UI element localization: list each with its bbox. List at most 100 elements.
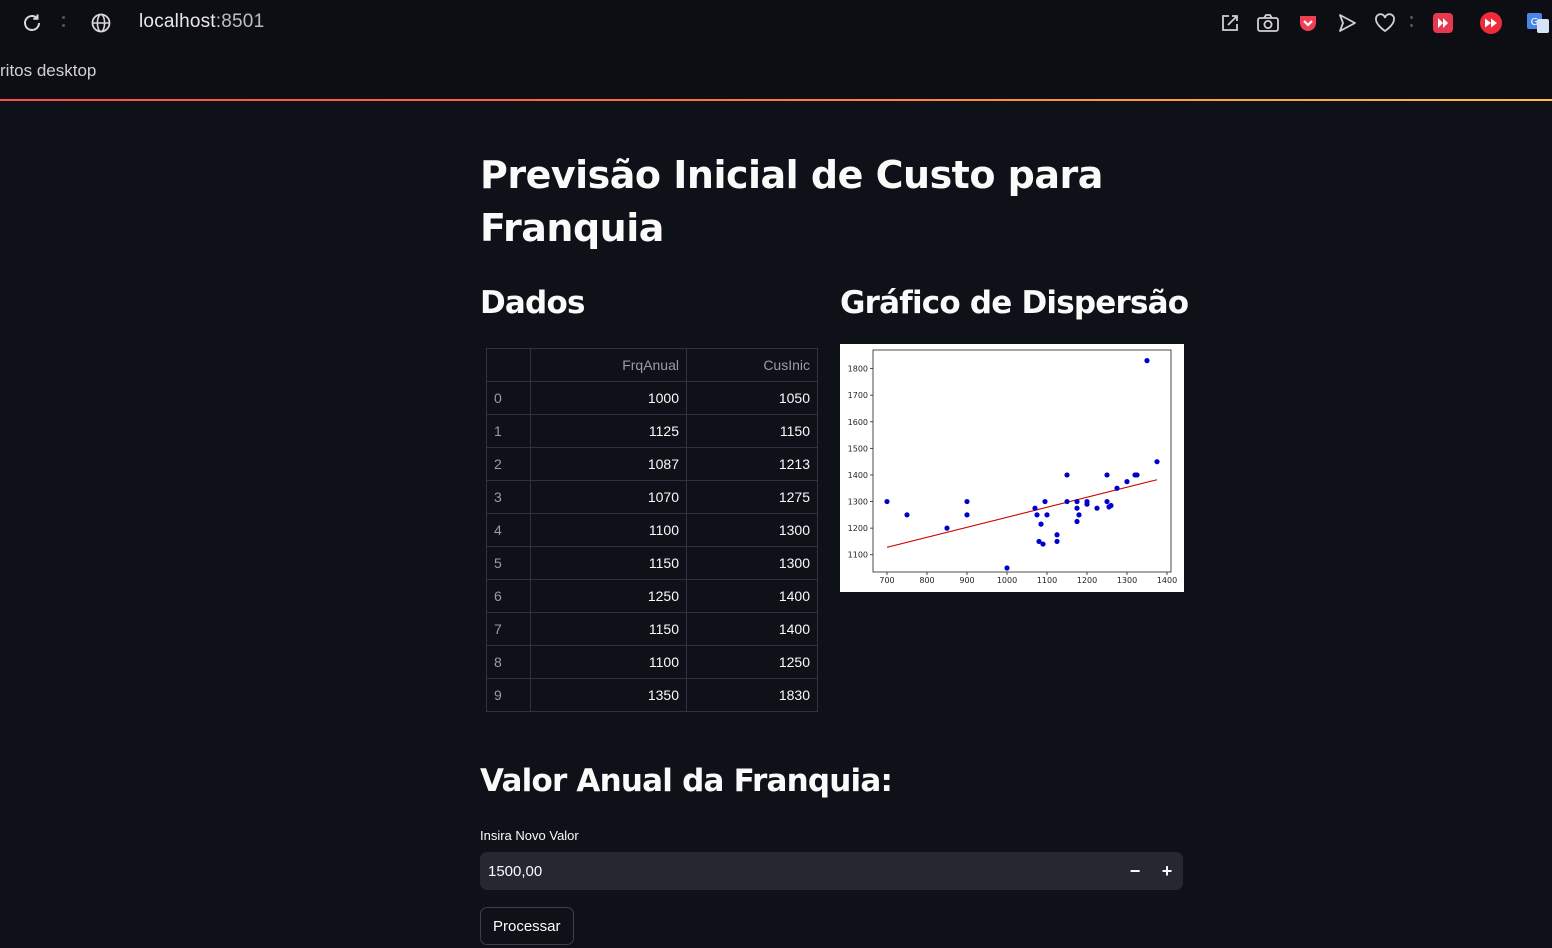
x-tick-label: 1100	[1037, 576, 1057, 585]
row-index: 9	[486, 678, 531, 712]
table-row: 2 1087 1213	[486, 447, 818, 481]
table-row: 9 1350 1830	[486, 678, 818, 712]
scatter-plot: 700 800 900 1000 1100 1200 1300 1400 1100 1200 130…	[848, 349, 1177, 585]
scatter-point	[1034, 512, 1040, 518]
extension-red-forward-icon[interactable]	[1429, 9, 1457, 37]
process-button[interactable]: Processar	[480, 907, 574, 945]
scatter-point	[1114, 485, 1120, 491]
cell-frqanual: 1087	[530, 447, 687, 481]
cell-cusinic: 1150	[686, 414, 818, 448]
share-edit-icon[interactable]	[1216, 9, 1244, 37]
scatter-point	[1004, 565, 1010, 571]
table-row: 0 1000 1050	[486, 381, 818, 415]
bookmark-folder[interactable]: ritos desktop	[0, 61, 96, 81]
x-tick-label: 900	[959, 576, 974, 585]
cell-frqanual: 1150	[530, 612, 687, 646]
table-row: 1 1125 1150	[486, 414, 818, 448]
axes-frame	[872, 349, 1172, 573]
cell-cusinic: 1300	[686, 546, 818, 580]
row-index: 1	[486, 414, 531, 448]
camera-icon[interactable]	[1254, 9, 1282, 37]
scatter-point	[1076, 512, 1082, 518]
table-row: 5 1150 1300	[486, 546, 818, 580]
row-index: 8	[486, 645, 531, 679]
y-tick-label: 1400	[848, 471, 868, 480]
x-tick-label: 1200	[1077, 576, 1097, 585]
app-decoration-bar	[0, 99, 1552, 101]
data-section-header: Dados	[480, 285, 585, 321]
address-bar[interactable]: localhost:8501	[139, 11, 264, 33]
scatter-point	[1094, 505, 1100, 511]
browser-chrome: localhost:8501 G ritos desktop	[0, 0, 1552, 99]
translate-icon[interactable]: G	[1524, 9, 1552, 37]
column-header-frqanual[interactable]: FrqAnual	[530, 348, 687, 382]
cell-frqanual: 1000	[530, 381, 687, 415]
scatter-point	[1064, 472, 1070, 478]
input-label: Insira Novo Valor	[480, 828, 579, 843]
table-row: 3 1070 1275	[486, 480, 818, 514]
column-header-cusinic[interactable]: CusInic	[686, 348, 818, 382]
scatter-point	[904, 512, 910, 518]
scatter-point	[1032, 505, 1038, 511]
row-index: 6	[486, 579, 531, 613]
scatter-point	[1134, 472, 1140, 478]
row-index: 5	[486, 546, 531, 580]
scatter-point	[1074, 518, 1080, 525]
row-index: 3	[486, 480, 531, 514]
data-table[interactable]: FrqAnual CusInic 0 1000 1050 1 1125 1150 2 10…	[486, 348, 818, 712]
url-port: :8501	[215, 11, 265, 32]
scatter-point	[1084, 501, 1090, 507]
extension-fast-forward-icon[interactable]	[1477, 9, 1505, 37]
scatter-point	[1064, 498, 1070, 505]
cell-frqanual: 1070	[530, 480, 687, 514]
cell-frqanual: 1350	[530, 678, 687, 712]
url-host: localhost	[139, 11, 216, 32]
cell-frqanual: 1125	[530, 414, 687, 448]
cell-frqanual: 1150	[530, 546, 687, 580]
x-tick-label: 1000	[997, 576, 1017, 585]
page-title: Previsão Inicial de Custo para Franquia	[480, 153, 1103, 250]
separator	[1410, 14, 1413, 30]
cell-cusinic: 1050	[686, 381, 818, 415]
scatter-point	[1144, 358, 1150, 364]
reload-icon[interactable]	[19, 10, 45, 36]
row-index: 7	[486, 612, 531, 646]
decrement-button[interactable]: −	[1119, 852, 1151, 890]
x-tick-label: 700	[879, 576, 894, 585]
y-tick-label: 1600	[848, 418, 868, 427]
pocket-icon[interactable]	[1294, 9, 1322, 37]
scatter-point	[1104, 472, 1110, 478]
scatter-point	[1074, 498, 1080, 505]
y-tick-label: 1700	[848, 391, 868, 400]
x-tick-label: 800	[919, 576, 934, 585]
cell-cusinic: 1830	[686, 678, 818, 712]
scatter-point	[944, 525, 950, 531]
scatter-point	[1154, 459, 1160, 465]
heart-icon[interactable]	[1371, 9, 1399, 37]
scatter-point	[884, 498, 890, 505]
index-header	[486, 348, 531, 382]
cell-cusinic: 1275	[686, 480, 818, 514]
scatter-point	[1054, 538, 1060, 545]
cell-cusinic: 1250	[686, 645, 818, 679]
cell-cusinic: 1300	[686, 513, 818, 547]
input-section-header: Valor Anual da Franquia:	[480, 763, 893, 799]
scatter-point	[1074, 505, 1080, 511]
cell-frqanual: 1250	[530, 579, 687, 613]
cell-frqanual: 1100	[530, 513, 687, 547]
site-info-globe-icon[interactable]	[88, 10, 114, 36]
y-tick-label: 1100	[848, 551, 868, 560]
increment-button[interactable]: +	[1151, 852, 1183, 890]
franchise-value-input[interactable]	[488, 852, 1088, 890]
y-tick-label: 1800	[848, 365, 868, 374]
scatter-point	[1038, 521, 1044, 527]
separator	[62, 14, 65, 30]
row-index: 2	[486, 447, 531, 481]
send-icon[interactable]	[1333, 9, 1361, 37]
table-header-row: FrqAnual CusInic	[486, 348, 818, 382]
scatter-point	[964, 512, 970, 518]
cell-cusinic: 1400	[686, 579, 818, 613]
cell-cusinic: 1400	[686, 612, 818, 646]
scatter-point	[964, 498, 970, 505]
cell-cusinic: 1213	[686, 447, 818, 481]
